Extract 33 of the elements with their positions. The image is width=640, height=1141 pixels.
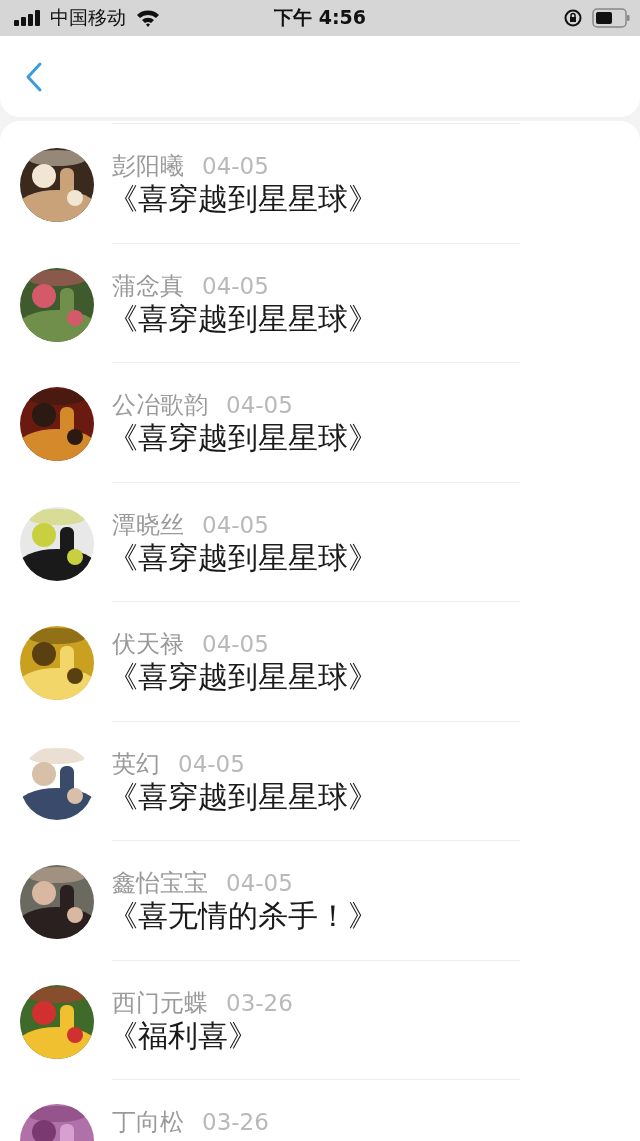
post-date: 04-05 bbox=[178, 751, 245, 776]
book-title[interactable]: 《福利喜》 bbox=[108, 1014, 293, 1057]
book-title[interactable]: 《喜穿越到星星球》 bbox=[108, 178, 378, 220]
back-button[interactable] bbox=[24, 60, 44, 93]
user-name: 公冶歌韵 bbox=[112, 393, 208, 417]
post-date: 04-05 bbox=[202, 154, 269, 178]
wifi-icon bbox=[136, 9, 160, 27]
post-date: 04-05 bbox=[202, 632, 269, 656]
user-name: 西门元蝶 bbox=[112, 990, 208, 1015]
post-date: 04-05 bbox=[202, 273, 269, 298]
user-name: 丁向松 bbox=[112, 1110, 184, 1134]
book-title[interactable]: 《喜无情的杀手！》 bbox=[108, 895, 378, 937]
post-date: 03-26 bbox=[202, 1110, 269, 1134]
book-title[interactable]: 《喜穿越到星星球》 bbox=[108, 536, 378, 579]
book-title[interactable]: 《喜穿越到星星球》 bbox=[108, 417, 378, 459]
book-title[interactable]: 《喜穿越到星星球》 bbox=[108, 775, 378, 818]
book-title[interactable]: 《喜穿越到星星球》 bbox=[108, 656, 378, 698]
user-name: 鑫怡宝宝 bbox=[112, 871, 208, 895]
status-time: 下午 4:56 bbox=[274, 5, 366, 30]
battery-icon bbox=[592, 8, 630, 28]
user-name: 彭阳曦 bbox=[112, 154, 184, 178]
post-date: 04-05 bbox=[226, 393, 293, 417]
post-date: 04-05 bbox=[226, 871, 293, 895]
rotation-lock-icon bbox=[564, 9, 582, 27]
user-name: 潭晓丝 bbox=[112, 512, 184, 537]
book-title[interactable]: 《喜穿越到星星球》 bbox=[108, 297, 378, 340]
post-date: 04-05 bbox=[202, 512, 269, 537]
user-name: 伏天禄 bbox=[112, 632, 184, 656]
post-date: 03-26 bbox=[226, 990, 293, 1015]
signal-icon bbox=[14, 10, 42, 26]
user-name: 蒲念真 bbox=[112, 273, 184, 298]
user-name: 英幻 bbox=[112, 751, 160, 776]
carrier-name: 中国移动 bbox=[50, 5, 126, 30]
